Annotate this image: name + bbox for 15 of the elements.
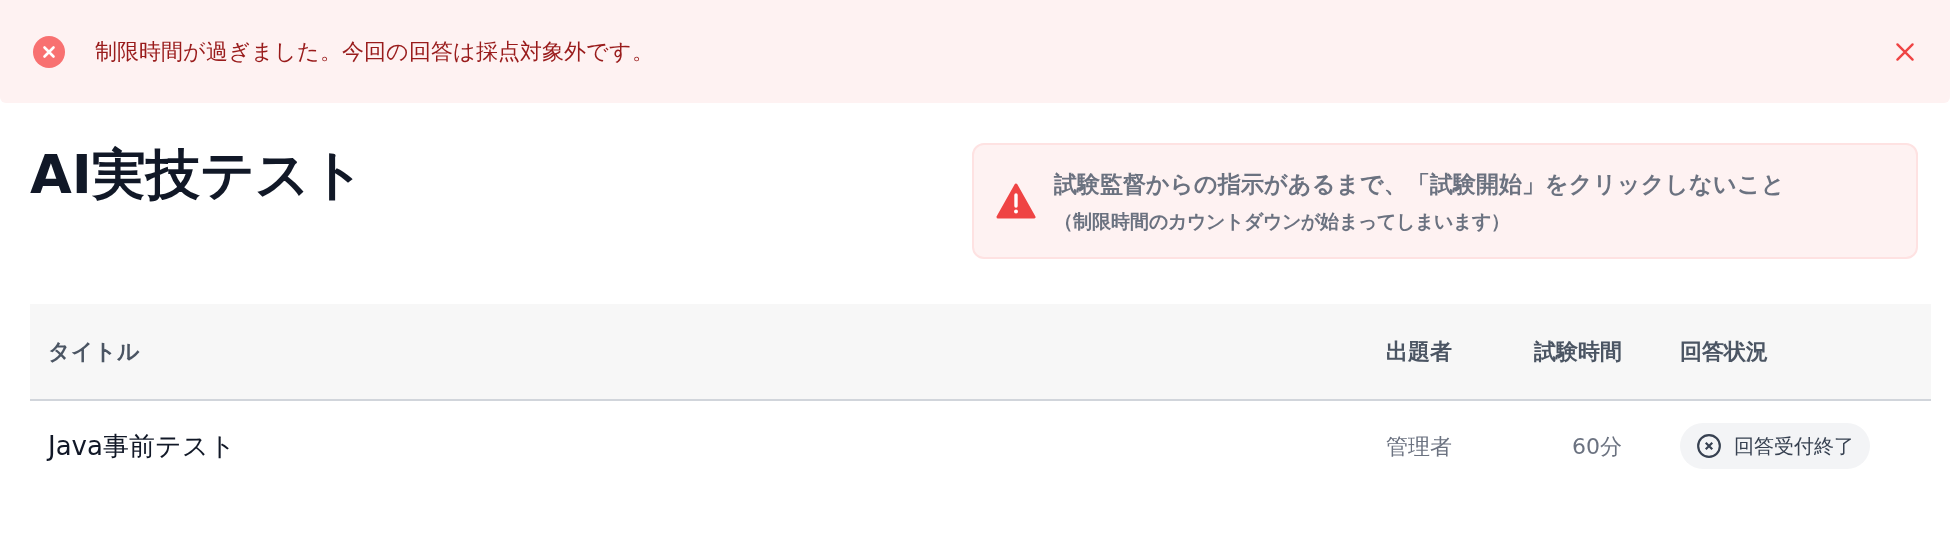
column-header: 出題者 bbox=[1385, 338, 1453, 366]
column-header: 回答状況 bbox=[1679, 338, 1769, 366]
table-cell-text: Java事前テスト bbox=[45, 429, 237, 463]
warning-icon bbox=[996, 183, 1036, 219]
column-header: 試験時間 bbox=[1533, 338, 1623, 366]
page-title: AI実技テスト bbox=[30, 142, 365, 208]
close-circle-icon bbox=[1696, 433, 1722, 459]
column-header: タイトル bbox=[47, 338, 141, 366]
warning-text: 試験監督からの指示があるまで、「試験開始」をクリックしないこと bbox=[1054, 169, 1785, 199]
error-icon bbox=[33, 35, 65, 68]
warning-note: （制限時間のカウントダウンが始まってしまいます） bbox=[1054, 209, 1511, 234]
table-cell-text: 60分 bbox=[1571, 432, 1623, 461]
table-cell-text: 管理者 bbox=[1385, 432, 1453, 461]
status-badge: 回答受付終了 bbox=[1680, 423, 1870, 469]
error-message: 制限時間が過ぎました。今回の回答は採点対象外です。 bbox=[95, 38, 655, 66]
